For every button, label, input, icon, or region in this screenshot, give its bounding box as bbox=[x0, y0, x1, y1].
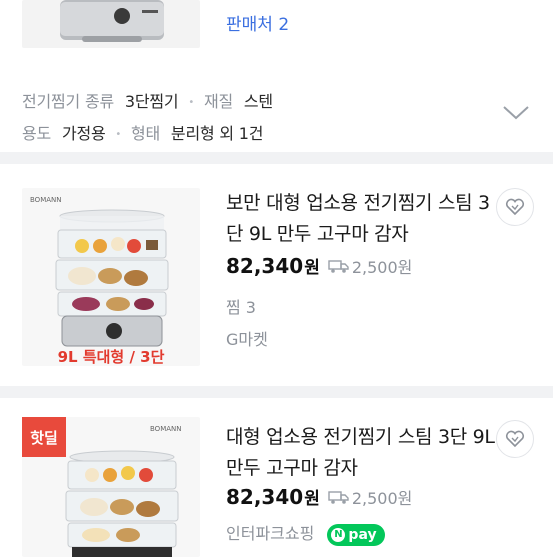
currency-label: 원 bbox=[304, 489, 320, 509]
spec-label: 전기찜기 종류 bbox=[22, 92, 115, 111]
section-divider bbox=[0, 386, 553, 398]
spec-label: 재질 bbox=[203, 92, 233, 111]
spec-value: 스텐 bbox=[243, 92, 273, 111]
product-image-brand: BOMANN bbox=[150, 425, 182, 433]
product-card[interactable]: BOMANN 9L 특대형 / 3단 보만 대형 업소용 전기찜기 스팀 3단 … bbox=[0, 164, 553, 386]
product-title[interactable]: 보만 대형 업소용 전기찜기 스팀 3단 9L 만두 고구마 감자 bbox=[226, 188, 496, 250]
npay-n-icon: N bbox=[331, 527, 346, 542]
section-divider bbox=[0, 152, 553, 164]
spec-label: 형태 bbox=[130, 124, 161, 143]
wishlist-button[interactable] bbox=[496, 420, 534, 458]
heart-icon bbox=[505, 430, 525, 448]
seller-row: 인터파크쇼핑 Npay bbox=[226, 520, 385, 546]
truck-icon bbox=[328, 490, 349, 504]
product-image-caption: 9L 특대형 / 3단 bbox=[58, 348, 165, 366]
truck-icon bbox=[328, 259, 349, 273]
spec-section[interactable]: 전기찜기 종류 3단찜기 • 재질 스텐 용도 가정용 • 형태 분리형 외 1… bbox=[0, 70, 553, 152]
spec-value: 3단찜기 bbox=[124, 92, 179, 111]
shipping-fee: 2,500원 bbox=[351, 257, 413, 277]
wishlist-button[interactable] bbox=[496, 188, 534, 226]
product-image-brand: BOMANN bbox=[30, 196, 62, 204]
npay-label: pay bbox=[348, 526, 377, 543]
spec-label: 용도 bbox=[22, 124, 52, 143]
spec-line-1: 전기찜기 종류 3단찜기 • 재질 스텐 bbox=[22, 88, 273, 112]
hot-deal-badge: 핫딜 bbox=[22, 417, 66, 457]
review-count: 찜 3 bbox=[226, 298, 256, 317]
product-image[interactable]: BOMANN 9L 특대형 / 3단 bbox=[22, 188, 200, 366]
product-price: 82,340 bbox=[226, 484, 304, 509]
shipping-info: 2,500원 bbox=[328, 485, 413, 509]
product-title[interactable]: 대형 업소용 전기찜기 스팀 3단 9L 만두 고구마 감자 bbox=[226, 422, 496, 484]
price-row: 82,340 원 2,500원 bbox=[226, 253, 413, 279]
shipping-info: 2,500원 bbox=[328, 254, 413, 278]
heart-icon bbox=[505, 198, 525, 216]
currency-label: 원 bbox=[304, 258, 320, 278]
expand-chevron-icon[interactable] bbox=[502, 102, 530, 122]
shipping-fee: 2,500원 bbox=[351, 488, 413, 508]
price-row: 82,340 원 2,500원 bbox=[226, 484, 413, 510]
seller-name[interactable]: G마켓 bbox=[226, 326, 268, 350]
dot-separator: • bbox=[188, 97, 195, 108]
dot-separator: • bbox=[115, 129, 122, 140]
spec-line-2: 용도 가정용 • 형태 분리형 외 1건 bbox=[22, 120, 263, 144]
top-product-card[interactable]: 판매처 2 bbox=[0, 0, 553, 60]
seller-name[interactable]: 인터파크쇼핑 bbox=[226, 524, 314, 543]
spec-value: 분리형 외 1건 bbox=[170, 124, 264, 143]
product-price: 82,340 bbox=[226, 253, 304, 278]
section-divider bbox=[0, 60, 553, 70]
spec-value: 가정용 bbox=[61, 124, 106, 143]
top-product-image[interactable] bbox=[22, 0, 200, 48]
seller-count-link[interactable]: 판매처 2 bbox=[226, 10, 289, 35]
product-card[interactable]: BOMANN 대형 업소용 전기찜기 스팀 3단 9L 만두 고구마 감자 82… bbox=[0, 398, 553, 557]
npay-badge: Npay bbox=[327, 523, 385, 546]
